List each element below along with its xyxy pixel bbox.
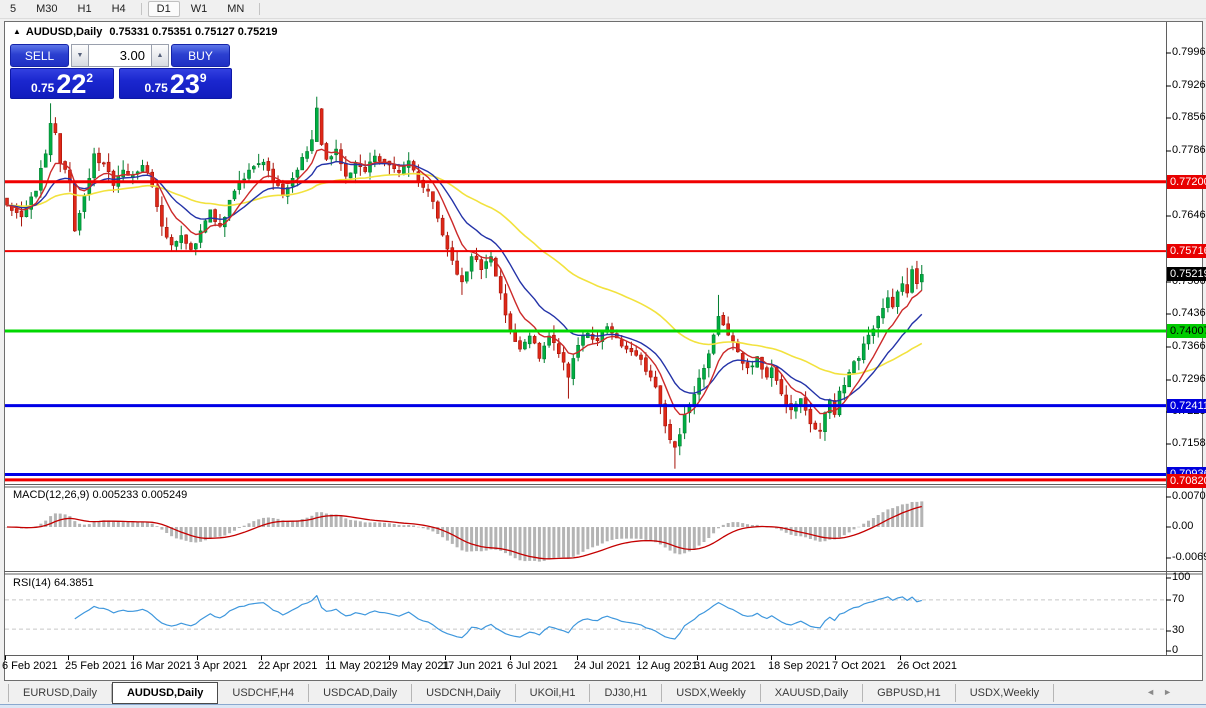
price-axis-badge: 0.70820 bbox=[1167, 474, 1206, 488]
date-axis-label: 6 Feb 2021 bbox=[2, 660, 58, 672]
date-axis-label: 24 Jul 2021 bbox=[574, 660, 631, 672]
macd-signal-line bbox=[6, 505, 922, 560]
rsi-label: RSI(14) 64.3851 bbox=[13, 577, 94, 589]
date-axis-label: 11 May 2021 bbox=[325, 660, 388, 672]
moving-averages-layer bbox=[6, 148, 923, 416]
ma-mid-line bbox=[6, 160, 923, 403]
sell-price-prefix: 0.75 bbox=[30, 81, 55, 95]
price-axis-label: 0.72960 bbox=[1172, 373, 1206, 385]
price-axis-badge: 0.72411 bbox=[1167, 399, 1206, 413]
date-axis-label: 12 Aug 2021 bbox=[636, 660, 698, 672]
price-axis-label: 0.76460 bbox=[1172, 209, 1206, 221]
trade-amount-input[interactable]: 3.00 bbox=[88, 44, 152, 67]
one-click-trading-panel: SELL ▼ 3.00 ▲ BUY 0.75 22 2 0.75 23 9 bbox=[10, 44, 232, 99]
date-axis-label: 22 Apr 2021 bbox=[258, 660, 318, 672]
ma-slow-line bbox=[6, 172, 923, 376]
buy-price-prefix: 0.75 bbox=[144, 81, 168, 95]
chart-ohlc-values: 0.75331 0.75351 0.75127 0.75219 bbox=[109, 26, 278, 38]
macd-name: MACD(12,26,9) bbox=[13, 489, 90, 501]
rsi-axis-label: 30 bbox=[1172, 624, 1185, 636]
macd-label: MACD(12,26,9) 0.005233 0.005249 bbox=[13, 489, 187, 501]
sell-price-sup: 2 bbox=[86, 71, 94, 85]
rsi-axis-label: 0 bbox=[1172, 644, 1179, 656]
date-axis-label: 3 Apr 2021 bbox=[194, 660, 248, 672]
buy-price-big: 23 bbox=[169, 69, 200, 99]
ma-fast-line bbox=[6, 148, 923, 416]
price-axis-label: 0.74360 bbox=[1172, 307, 1206, 319]
collapse-triangle-icon[interactable]: ▲ bbox=[13, 27, 21, 36]
rsi-axis-label: 100 bbox=[1172, 571, 1191, 583]
chart-title: ▲ AUDUSD,Daily 0.75331 0.75351 0.75127 0.7… bbox=[13, 26, 278, 38]
macd-histogram bbox=[5, 501, 924, 562]
rsi-name: RSI(14) bbox=[13, 577, 51, 589]
price-axis-badge: 0.74007 bbox=[1167, 324, 1206, 338]
date-axis-label: 31 Aug 2021 bbox=[694, 660, 756, 672]
rsi-line bbox=[74, 594, 922, 640]
macd-axis-label: -0.00692 bbox=[1172, 551, 1206, 563]
candlesticks-layer bbox=[5, 96, 924, 469]
date-axis-label: 16 Mar 2021 bbox=[130, 660, 192, 672]
sell-button[interactable]: SELL bbox=[10, 44, 69, 67]
amount-increase-button[interactable]: ▲ bbox=[152, 44, 169, 67]
macd-signal bbox=[6, 505, 922, 560]
price-axis-label: 0.79260 bbox=[1172, 79, 1206, 91]
price-axis-badge: 0.75219 bbox=[1167, 267, 1206, 281]
date-axis-label: 26 Oct 2021 bbox=[897, 660, 957, 672]
price-axis-label: 0.77860 bbox=[1172, 144, 1206, 156]
amount-decrease-button[interactable]: ▼ bbox=[71, 44, 88, 67]
rsi-value: 64.3851 bbox=[53, 577, 94, 589]
macd-axis-label: 0.00 bbox=[1172, 520, 1194, 532]
chart-canvas[interactable] bbox=[0, 0, 1206, 707]
buy-price-box[interactable]: 0.75 23 9 bbox=[119, 68, 232, 99]
rsi-axis-label: 70 bbox=[1172, 593, 1185, 605]
price-axis-label: 0.71580 bbox=[1172, 437, 1206, 449]
price-axis-label: 0.73660 bbox=[1172, 340, 1206, 352]
price-axis-label: 0.78560 bbox=[1172, 111, 1206, 123]
price-axis-label: 0.79960 bbox=[1172, 46, 1206, 58]
chart-symbol-label: AUDUSD,Daily bbox=[25, 26, 103, 38]
tab-scroll-left-icon[interactable]: ◄ bbox=[1146, 687, 1163, 697]
tab-scroll-right-icon[interactable]: ► bbox=[1163, 687, 1180, 697]
macd-values: 0.005233 0.005249 bbox=[92, 489, 188, 501]
sell-price-big: 22 bbox=[56, 69, 87, 99]
tab-scroll-arrows: ◄► bbox=[1146, 687, 1180, 697]
buy-price-sup: 9 bbox=[199, 71, 207, 85]
sell-price-box[interactable]: 0.75 22 2 bbox=[10, 68, 114, 99]
buy-button[interactable]: BUY bbox=[171, 44, 230, 67]
date-axis-label: 25 Feb 2021 bbox=[65, 660, 127, 672]
date-axis-label: 7 Oct 2021 bbox=[832, 660, 886, 672]
price-axis-badge: 0.75716 bbox=[1167, 244, 1206, 258]
date-axis-label: 17 Jun 2021 bbox=[442, 660, 503, 672]
macd-axis-label: 0.007015 bbox=[1172, 490, 1206, 502]
date-axis-label: 29 May 2021 bbox=[386, 660, 450, 672]
price-axis-badge: 0.77200 bbox=[1167, 175, 1206, 189]
rsi-layer bbox=[74, 594, 922, 640]
date-axis-label: 18 Sep 2021 bbox=[768, 660, 831, 672]
date-axis-label: 6 Jul 2021 bbox=[507, 660, 558, 672]
